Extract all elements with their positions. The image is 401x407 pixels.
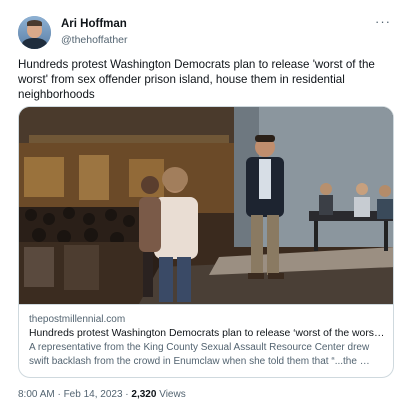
- more-options-icon[interactable]: ···: [375, 14, 391, 29]
- timestamp[interactable]: 8:00 AM · Feb 14, 2023 ·: [18, 389, 131, 400]
- tweet: Ari Hoffman @thehoffather ··· Hundreds p…: [0, 0, 401, 407]
- card-title: Hundreds protest Washington Democrats pl…: [29, 328, 385, 339]
- author-name[interactable]: Ari Hoffman: [61, 18, 127, 30]
- card-image: [19, 107, 393, 304]
- tweet-footer: 8:00 AM · Feb 14, 2023 · 2,320 Views: [18, 389, 186, 400]
- tweet-text: Hundreds protest Washington Democrats pl…: [18, 58, 375, 101]
- card-domain: thepostmillennial.com: [29, 314, 126, 325]
- views-label: Views: [156, 389, 186, 400]
- card-meta: thepostmillennial.com Hundreds protest W…: [19, 304, 393, 377]
- views-count: 2,320: [131, 389, 157, 400]
- avatar[interactable]: [18, 16, 51, 49]
- link-card[interactable]: thepostmillennial.com Hundreds protest W…: [18, 106, 394, 378]
- author-handle[interactable]: @thehoffather: [61, 34, 128, 46]
- card-description: A representative from the King County Se…: [29, 342, 370, 367]
